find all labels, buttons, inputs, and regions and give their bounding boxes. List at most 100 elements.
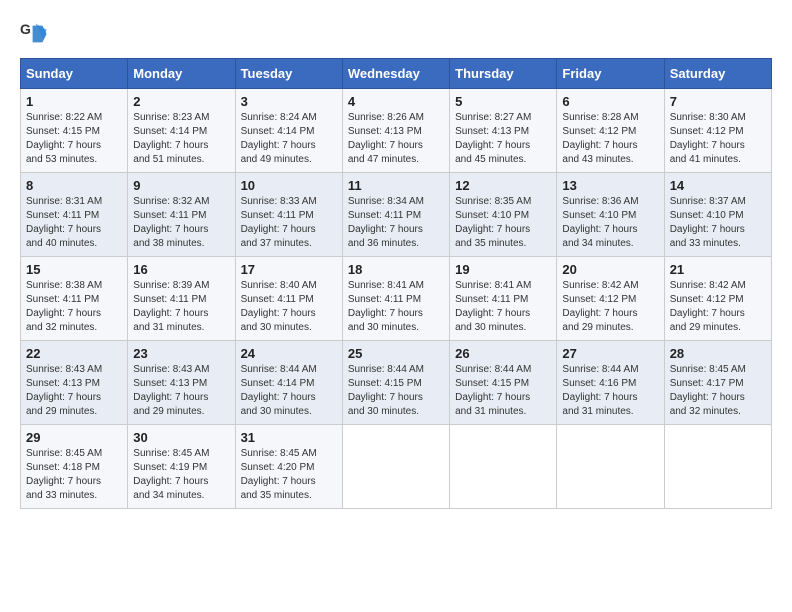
calendar-cell: 2 Sunrise: 8:23 AMSunset: 4:14 PMDayligh… [128,89,235,173]
day-header-wednesday: Wednesday [342,59,449,89]
calendar-cell: 26 Sunrise: 8:44 AMSunset: 4:15 PMDaylig… [450,341,557,425]
day-number: 30 [133,430,229,445]
cell-info: Sunrise: 8:45 AMSunset: 4:18 PMDaylight:… [26,448,102,501]
cell-info: Sunrise: 8:43 AMSunset: 4:13 PMDaylight:… [26,364,102,417]
calendar-cell: 22 Sunrise: 8:43 AMSunset: 4:13 PMDaylig… [21,341,128,425]
cell-info: Sunrise: 8:42 AMSunset: 4:12 PMDaylight:… [562,280,638,333]
day-number: 26 [455,346,551,361]
day-number: 6 [562,94,658,109]
cell-info: Sunrise: 8:33 AMSunset: 4:11 PMDaylight:… [241,196,317,249]
cell-info: Sunrise: 8:43 AMSunset: 4:13 PMDaylight:… [133,364,209,417]
calendar-header-row: SundayMondayTuesdayWednesdayThursdayFrid… [21,59,772,89]
day-number: 11 [348,178,444,193]
calendar-cell [450,425,557,509]
calendar-cell: 20 Sunrise: 8:42 AMSunset: 4:12 PMDaylig… [557,257,664,341]
logo-icon: G [20,20,48,48]
day-number: 22 [26,346,122,361]
day-number: 2 [133,94,229,109]
day-header-sunday: Sunday [21,59,128,89]
cell-info: Sunrise: 8:30 AMSunset: 4:12 PMDaylight:… [670,112,746,165]
cell-info: Sunrise: 8:36 AMSunset: 4:10 PMDaylight:… [562,196,638,249]
day-header-saturday: Saturday [664,59,771,89]
day-number: 27 [562,346,658,361]
cell-info: Sunrise: 8:22 AMSunset: 4:15 PMDaylight:… [26,112,102,165]
day-number: 31 [241,430,337,445]
cell-info: Sunrise: 8:37 AMSunset: 4:10 PMDaylight:… [670,196,746,249]
calendar-cell: 18 Sunrise: 8:41 AMSunset: 4:11 PMDaylig… [342,257,449,341]
day-number: 19 [455,262,551,277]
cell-info: Sunrise: 8:44 AMSunset: 4:16 PMDaylight:… [562,364,638,417]
day-number: 1 [26,94,122,109]
calendar-cell: 3 Sunrise: 8:24 AMSunset: 4:14 PMDayligh… [235,89,342,173]
day-number: 12 [455,178,551,193]
calendar-cell: 5 Sunrise: 8:27 AMSunset: 4:13 PMDayligh… [450,89,557,173]
day-number: 23 [133,346,229,361]
cell-info: Sunrise: 8:45 AMSunset: 4:20 PMDaylight:… [241,448,317,501]
cell-info: Sunrise: 8:27 AMSunset: 4:13 PMDaylight:… [455,112,531,165]
calendar-cell: 15 Sunrise: 8:38 AMSunset: 4:11 PMDaylig… [21,257,128,341]
calendar-cell [557,425,664,509]
cell-info: Sunrise: 8:44 AMSunset: 4:15 PMDaylight:… [455,364,531,417]
day-number: 7 [670,94,766,109]
cell-info: Sunrise: 8:23 AMSunset: 4:14 PMDaylight:… [133,112,209,165]
calendar-cell: 27 Sunrise: 8:44 AMSunset: 4:16 PMDaylig… [557,341,664,425]
day-number: 21 [670,262,766,277]
calendar-cell: 4 Sunrise: 8:26 AMSunset: 4:13 PMDayligh… [342,89,449,173]
calendar-cell: 6 Sunrise: 8:28 AMSunset: 4:12 PMDayligh… [557,89,664,173]
cell-info: Sunrise: 8:35 AMSunset: 4:10 PMDaylight:… [455,196,531,249]
day-number: 3 [241,94,337,109]
day-number: 4 [348,94,444,109]
day-number: 5 [455,94,551,109]
page-header: G [20,20,772,48]
cell-info: Sunrise: 8:24 AMSunset: 4:14 PMDaylight:… [241,112,317,165]
day-number: 10 [241,178,337,193]
day-number: 8 [26,178,122,193]
day-number: 17 [241,262,337,277]
calendar-cell: 21 Sunrise: 8:42 AMSunset: 4:12 PMDaylig… [664,257,771,341]
calendar-cell: 7 Sunrise: 8:30 AMSunset: 4:12 PMDayligh… [664,89,771,173]
calendar-cell: 13 Sunrise: 8:36 AMSunset: 4:10 PMDaylig… [557,173,664,257]
cell-info: Sunrise: 8:45 AMSunset: 4:17 PMDaylight:… [670,364,746,417]
calendar-cell: 24 Sunrise: 8:44 AMSunset: 4:14 PMDaylig… [235,341,342,425]
calendar-cell: 11 Sunrise: 8:34 AMSunset: 4:11 PMDaylig… [342,173,449,257]
svg-text:G: G [20,21,31,37]
cell-info: Sunrise: 8:42 AMSunset: 4:12 PMDaylight:… [670,280,746,333]
calendar-cell: 29 Sunrise: 8:45 AMSunset: 4:18 PMDaylig… [21,425,128,509]
calendar-week-row: 29 Sunrise: 8:45 AMSunset: 4:18 PMDaylig… [21,425,772,509]
day-number: 28 [670,346,766,361]
cell-info: Sunrise: 8:39 AMSunset: 4:11 PMDaylight:… [133,280,209,333]
calendar-cell: 16 Sunrise: 8:39 AMSunset: 4:11 PMDaylig… [128,257,235,341]
day-number: 18 [348,262,444,277]
cell-info: Sunrise: 8:28 AMSunset: 4:12 PMDaylight:… [562,112,638,165]
day-number: 25 [348,346,444,361]
calendar-cell: 17 Sunrise: 8:40 AMSunset: 4:11 PMDaylig… [235,257,342,341]
calendar-cell: 9 Sunrise: 8:32 AMSunset: 4:11 PMDayligh… [128,173,235,257]
day-number: 20 [562,262,658,277]
cell-info: Sunrise: 8:44 AMSunset: 4:14 PMDaylight:… [241,364,317,417]
calendar-cell [664,425,771,509]
calendar-table: SundayMondayTuesdayWednesdayThursdayFrid… [20,58,772,509]
calendar-week-row: 8 Sunrise: 8:31 AMSunset: 4:11 PMDayligh… [21,173,772,257]
calendar-cell [342,425,449,509]
calendar-cell: 31 Sunrise: 8:45 AMSunset: 4:20 PMDaylig… [235,425,342,509]
calendar-week-row: 22 Sunrise: 8:43 AMSunset: 4:13 PMDaylig… [21,341,772,425]
cell-info: Sunrise: 8:41 AMSunset: 4:11 PMDaylight:… [348,280,424,333]
day-number: 16 [133,262,229,277]
calendar-cell: 1 Sunrise: 8:22 AMSunset: 4:15 PMDayligh… [21,89,128,173]
calendar-cell: 19 Sunrise: 8:41 AMSunset: 4:11 PMDaylig… [450,257,557,341]
day-number: 14 [670,178,766,193]
cell-info: Sunrise: 8:45 AMSunset: 4:19 PMDaylight:… [133,448,209,501]
cell-info: Sunrise: 8:34 AMSunset: 4:11 PMDaylight:… [348,196,424,249]
day-number: 29 [26,430,122,445]
cell-info: Sunrise: 8:41 AMSunset: 4:11 PMDaylight:… [455,280,531,333]
calendar-cell: 25 Sunrise: 8:44 AMSunset: 4:15 PMDaylig… [342,341,449,425]
day-header-tuesday: Tuesday [235,59,342,89]
calendar-cell: 8 Sunrise: 8:31 AMSunset: 4:11 PMDayligh… [21,173,128,257]
calendar-week-row: 15 Sunrise: 8:38 AMSunset: 4:11 PMDaylig… [21,257,772,341]
cell-info: Sunrise: 8:32 AMSunset: 4:11 PMDaylight:… [133,196,209,249]
day-number: 24 [241,346,337,361]
calendar-cell: 28 Sunrise: 8:45 AMSunset: 4:17 PMDaylig… [664,341,771,425]
calendar-cell: 23 Sunrise: 8:43 AMSunset: 4:13 PMDaylig… [128,341,235,425]
day-header-friday: Friday [557,59,664,89]
day-header-thursday: Thursday [450,59,557,89]
